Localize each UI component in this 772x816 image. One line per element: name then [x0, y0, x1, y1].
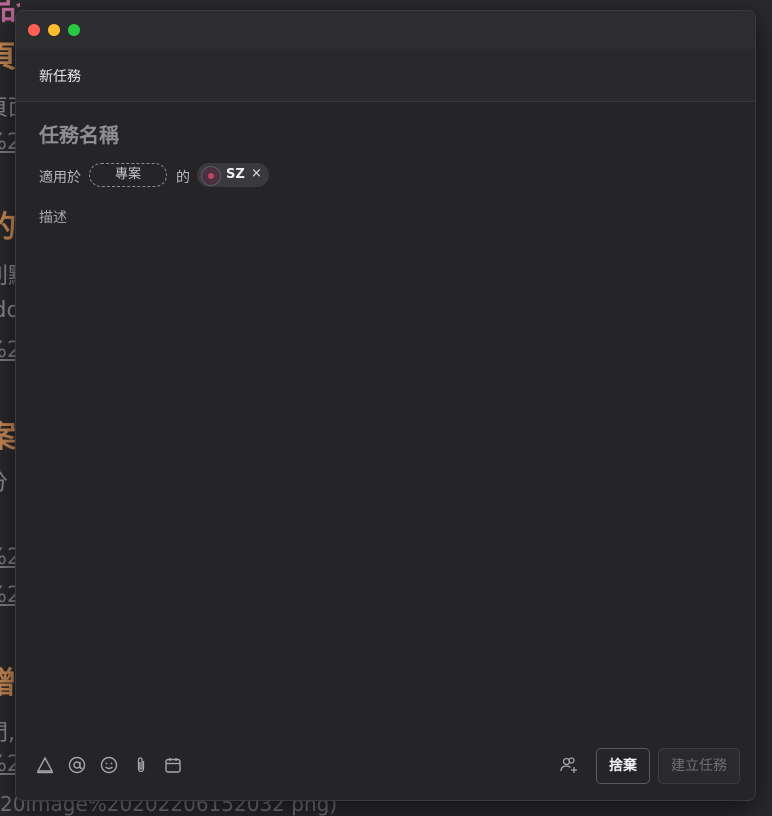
task-meta-row: 適用於 專案 的 SZ ×	[39, 163, 639, 189]
zoom-window-button[interactable]	[68, 24, 80, 36]
bg-text: 門,	[0, 721, 15, 746]
attachment-icon[interactable]	[132, 756, 150, 774]
of-label: 的	[176, 170, 190, 186]
assignee-chip[interactable]: SZ ×	[197, 163, 269, 187]
task-name-input[interactable]: 任務名稱	[39, 119, 119, 148]
close-window-button[interactable]	[28, 24, 40, 36]
remove-assignee-icon[interactable]: ×	[251, 166, 262, 181]
applies-to-label: 適用於	[39, 170, 81, 186]
calendar-icon[interactable]	[164, 756, 182, 774]
create-task-button[interactable]: 建立任務	[658, 748, 740, 784]
minimize-window-button[interactable]	[48, 24, 60, 36]
assignee-name: SZ	[226, 167, 245, 182]
bg-heading: 頁	[0, 40, 16, 75]
bg-heading: 增	[0, 666, 16, 701]
project-selector[interactable]: 專案	[89, 163, 167, 187]
bg-text: 分	[0, 465, 8, 497]
description-input[interactable]: 描述	[39, 207, 67, 227]
bg-heading: 案	[0, 420, 16, 455]
window-title: 新任務	[39, 69, 81, 85]
title-bar[interactable]	[16, 11, 755, 49]
bg-heading: 的	[0, 210, 16, 245]
emoji-icon[interactable]	[100, 756, 118, 774]
mention-icon[interactable]	[68, 756, 86, 774]
discard-button[interactable]: 捨棄	[596, 748, 650, 784]
add-collaborator-icon[interactable]	[560, 756, 578, 774]
avatar	[201, 166, 221, 186]
window-header: 新任務	[16, 49, 755, 102]
new-task-window: 新任務 任務名稱 適用於 專案 的 SZ × 描述 捨棄 建立任務	[15, 10, 756, 801]
text-format-icon[interactable]	[36, 756, 54, 774]
